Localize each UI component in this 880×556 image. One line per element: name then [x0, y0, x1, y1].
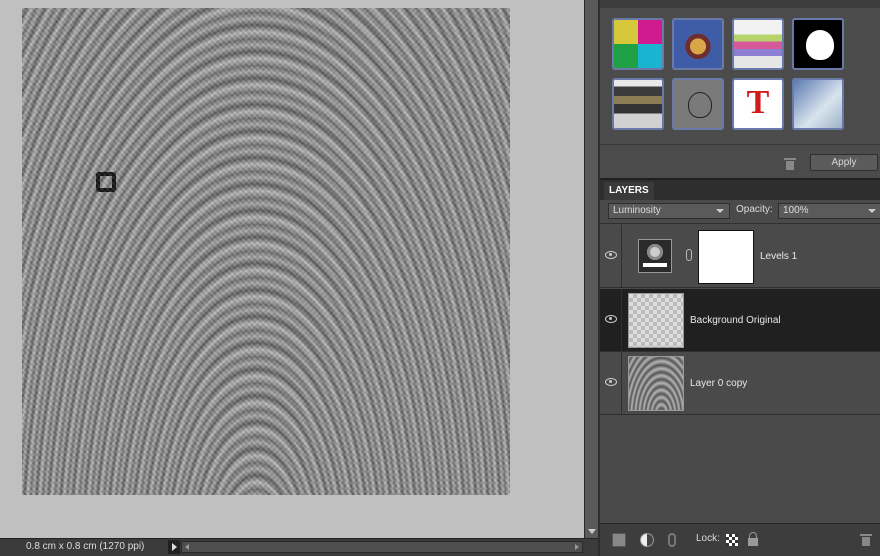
link-layers-icon[interactable]	[668, 533, 676, 547]
apple-outline-icon	[688, 92, 712, 118]
effect-thumbnail-1[interactable]	[612, 18, 664, 70]
layer-name: Background Original	[690, 315, 781, 326]
lock-all-icon[interactable]	[748, 532, 758, 546]
visibility-toggle[interactable]	[600, 289, 622, 351]
blend-mode-select[interactable]: Luminosity	[608, 203, 730, 219]
link-icon[interactable]	[686, 249, 692, 261]
opacity-label: Opacity:	[736, 204, 773, 215]
text-effect-glyph: T	[746, 84, 770, 121]
eye-icon[interactable]	[605, 378, 617, 386]
effect-thumbnail-7[interactable]: T	[732, 78, 784, 130]
status-bar: 0.8 cm x 0.8 cm (1270 ppi)	[0, 538, 598, 556]
opacity-input[interactable]: 100%	[778, 203, 880, 219]
eye-icon[interactable]	[605, 315, 617, 323]
layer-row-layer-0-copy[interactable]: Layer 0 copy	[600, 352, 880, 415]
new-layer-icon[interactable]	[612, 533, 626, 547]
eye-icon[interactable]	[605, 251, 617, 259]
effect-thumbnail-5[interactable]	[612, 78, 664, 130]
canvas-area[interactable]	[0, 0, 584, 538]
vertical-scrollbar[interactable]	[584, 0, 598, 538]
layers-toolbar: Luminosity Opacity: 100%	[600, 200, 880, 224]
effect-thumbnail-3[interactable]	[732, 18, 784, 70]
trash-icon[interactable]	[784, 158, 796, 170]
fingerprint-image[interactable]	[22, 8, 510, 495]
lock-label: Lock:	[696, 533, 720, 544]
layer-row-background-original[interactable]: Background Original	[600, 289, 880, 352]
layer-thumbnail	[628, 356, 684, 411]
apply-button[interactable]: Apply	[810, 154, 878, 171]
apple-silhouette-icon	[806, 30, 834, 60]
right-panel: T Apply LAYERS Luminosity Opacity: 100%	[598, 0, 880, 556]
horizontal-scrollbar[interactable]	[181, 541, 583, 553]
tab-layers[interactable]: LAYERS	[604, 182, 654, 200]
effects-panel-top-bar	[600, 0, 880, 8]
visibility-toggle[interactable]	[600, 352, 622, 414]
chevron-down-icon	[716, 209, 724, 213]
blend-mode-value: Luminosity	[613, 205, 661, 216]
scroll-left-arrow-icon[interactable]	[185, 544, 189, 550]
delete-layer-trash-icon[interactable]	[860, 534, 874, 548]
effect-thumbnail-6[interactable]	[672, 78, 724, 130]
layers-panel-header: LAYERS	[600, 178, 880, 200]
scroll-down-arrow-icon[interactable]	[588, 529, 596, 534]
scroll-right-arrow-icon[interactable]	[575, 544, 579, 550]
effect-thumbnail-2[interactable]	[672, 18, 724, 70]
levels-adjustment-icon	[638, 239, 672, 273]
layer-mask-thumbnail[interactable]	[698, 230, 754, 284]
effect-thumbnail-4[interactable]	[792, 18, 844, 70]
gear-icon	[647, 244, 663, 260]
brush-cursor-icon	[96, 172, 116, 192]
lock-transparency-icon[interactable]	[726, 534, 738, 546]
layer-row-levels-1[interactable]: Levels 1	[600, 225, 880, 288]
opacity-value: 100%	[783, 205, 809, 216]
layer-thumbnail	[628, 293, 684, 348]
editor-window: 0.8 cm x 0.8 cm (1270 ppi) T Apply LAYER…	[0, 0, 880, 556]
status-menu-arrow-icon[interactable]	[168, 540, 180, 554]
effects-divider	[600, 144, 880, 145]
layers-footer: Lock:	[600, 523, 880, 556]
layer-name: Levels 1	[760, 251, 798, 262]
layers-empty-area	[600, 415, 880, 523]
chevron-down-icon	[868, 209, 876, 213]
effect-thumbnail-8[interactable]	[792, 78, 844, 130]
visibility-toggle[interactable]	[600, 225, 622, 287]
document-size-text: 0.8 cm x 0.8 cm (1270 ppi)	[26, 541, 145, 552]
effects-panel: T Apply	[600, 0, 880, 178]
layer-name: Layer 0 copy	[690, 378, 748, 389]
new-adjustment-layer-icon[interactable]	[640, 533, 654, 547]
